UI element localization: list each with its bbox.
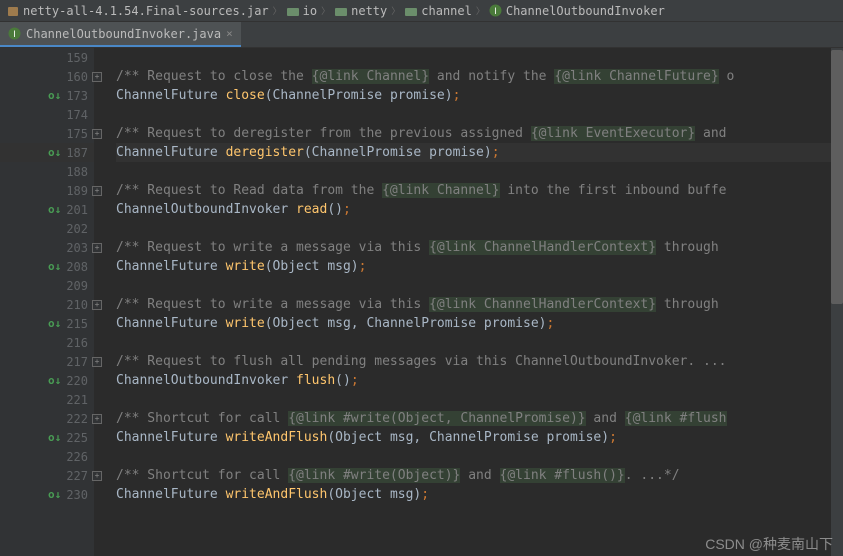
line-number: 220 (58, 374, 88, 388)
line-number: 159 (58, 51, 88, 65)
breadcrumb-pkg-io[interactable]: io (286, 4, 317, 18)
override-icon[interactable]: o↓ (48, 203, 61, 216)
code-line (116, 219, 843, 238)
breadcrumb-pkg-channel-label: channel (421, 4, 472, 18)
folder-icon (334, 4, 348, 18)
override-icon[interactable]: o↓ (48, 431, 61, 444)
code-area[interactable]: /** Request to close the {@link Channel}… (94, 48, 843, 556)
code-line: ChannelFuture writeAndFlush(Object msg, … (116, 428, 843, 447)
scrollbar-thumb[interactable] (831, 50, 843, 304)
fold-icon[interactable]: + (92, 300, 102, 310)
interface-icon: I (489, 4, 503, 18)
line-number: 202 (58, 222, 88, 236)
override-icon[interactable]: o↓ (48, 89, 61, 102)
code-line: /** Request to close the {@link Channel}… (116, 67, 843, 86)
fold-icon[interactable]: + (92, 72, 102, 82)
jar-icon (6, 4, 20, 18)
svg-text:I: I (495, 6, 498, 16)
chevron-right-icon: 〉 (273, 4, 282, 17)
svg-text:I: I (13, 29, 16, 39)
fold-icon[interactable]: + (92, 129, 102, 139)
java-file-icon: I (8, 27, 21, 40)
tab-bar: I ChannelOutboundInvoker.java × (0, 22, 843, 48)
line-number: 230 (58, 488, 88, 502)
code-editor[interactable]: 159 160+ 173o↓ 174 175+ 187o↓ 188 189+ 2… (0, 48, 843, 556)
code-line (116, 276, 843, 295)
line-number: 160 (58, 70, 88, 84)
breadcrumb-pkg-channel[interactable]: channel (404, 4, 472, 18)
fold-icon[interactable]: + (92, 414, 102, 424)
code-line (116, 390, 843, 409)
line-number: 187 (58, 146, 88, 160)
line-number: 210 (58, 298, 88, 312)
breadcrumb-bar: netty-all-4.1.54.Final-sources.jar 〉 io … (0, 0, 843, 22)
tab-channeloutboundinvoker[interactable]: I ChannelOutboundInvoker.java × (0, 22, 241, 47)
code-line: ChannelFuture write(Object msg, ChannelP… (116, 314, 843, 333)
line-number: 222 (58, 412, 88, 426)
line-number: 189 (58, 184, 88, 198)
line-number: 225 (58, 431, 88, 445)
line-number: 188 (58, 165, 88, 179)
close-icon[interactable]: × (226, 27, 233, 40)
fold-icon[interactable]: + (92, 357, 102, 367)
line-number: 227 (58, 469, 88, 483)
line-number: 217 (58, 355, 88, 369)
code-line: ChannelFuture write(Object msg); (116, 257, 843, 276)
code-line: ChannelOutboundInvoker flush(); (116, 371, 843, 390)
line-number: 216 (58, 336, 88, 350)
code-line (116, 48, 843, 67)
code-line: /** Shortcut for call {@link #write(Obje… (116, 466, 843, 485)
code-line: /** Request to write a message via this … (116, 238, 843, 257)
override-icon[interactable]: o↓ (48, 374, 61, 387)
override-icon[interactable]: o↓ (48, 488, 61, 501)
line-number: 201 (58, 203, 88, 217)
line-number: 215 (58, 317, 88, 331)
fold-icon[interactable]: + (92, 243, 102, 253)
gutter: 159 160+ 173o↓ 174 175+ 187o↓ 188 189+ 2… (0, 48, 94, 556)
tab-label: ChannelOutboundInvoker.java (26, 27, 221, 41)
breadcrumb-jar[interactable]: netty-all-4.1.54.Final-sources.jar (6, 4, 269, 18)
line-number: 173 (58, 89, 88, 103)
code-line: /** Shortcut for call {@link #write(Obje… (116, 409, 843, 428)
breadcrumb-pkg-netty[interactable]: netty (334, 4, 387, 18)
breadcrumb-pkg-io-label: io (303, 4, 317, 18)
override-icon[interactable]: o↓ (48, 146, 61, 159)
line-number: 174 (58, 108, 88, 122)
vertical-scrollbar[interactable] (831, 48, 843, 556)
breadcrumb-class[interactable]: I ChannelOutboundInvoker (489, 4, 665, 18)
line-number: 221 (58, 393, 88, 407)
code-line: /** Request to flush all pending message… (116, 352, 843, 371)
code-line: ChannelFuture writeAndFlush(Object msg); (116, 485, 843, 504)
chevron-right-icon: 〉 (391, 4, 400, 17)
fold-icon[interactable]: + (92, 471, 102, 481)
fold-icon[interactable]: + (92, 186, 102, 196)
line-number: 208 (58, 260, 88, 274)
override-icon[interactable]: o↓ (48, 260, 61, 273)
code-line: /** Request to Read data from the {@link… (116, 181, 843, 200)
code-line: /** Request to write a message via this … (116, 295, 843, 314)
code-line (116, 162, 843, 181)
code-line (116, 105, 843, 124)
chevron-right-icon: 〉 (321, 4, 330, 17)
breadcrumb-class-label: ChannelOutboundInvoker (506, 4, 665, 18)
folder-icon (404, 4, 418, 18)
line-number: 203 (58, 241, 88, 255)
code-line (116, 333, 843, 352)
code-line: ChannelFuture deregister(ChannelPromise … (116, 143, 843, 162)
code-line: ChannelFuture close(ChannelPromise promi… (116, 86, 843, 105)
chevron-right-icon: 〉 (476, 4, 485, 17)
code-line: ChannelOutboundInvoker read(); (116, 200, 843, 219)
breadcrumb-pkg-netty-label: netty (351, 4, 387, 18)
code-line (116, 447, 843, 466)
line-number: 175 (58, 127, 88, 141)
override-icon[interactable]: o↓ (48, 317, 61, 330)
line-number: 226 (58, 450, 88, 464)
folder-icon (286, 4, 300, 18)
line-number: 209 (58, 279, 88, 293)
code-line: /** Request to deregister from the previ… (116, 124, 843, 143)
breadcrumb-jar-label: netty-all-4.1.54.Final-sources.jar (23, 4, 269, 18)
